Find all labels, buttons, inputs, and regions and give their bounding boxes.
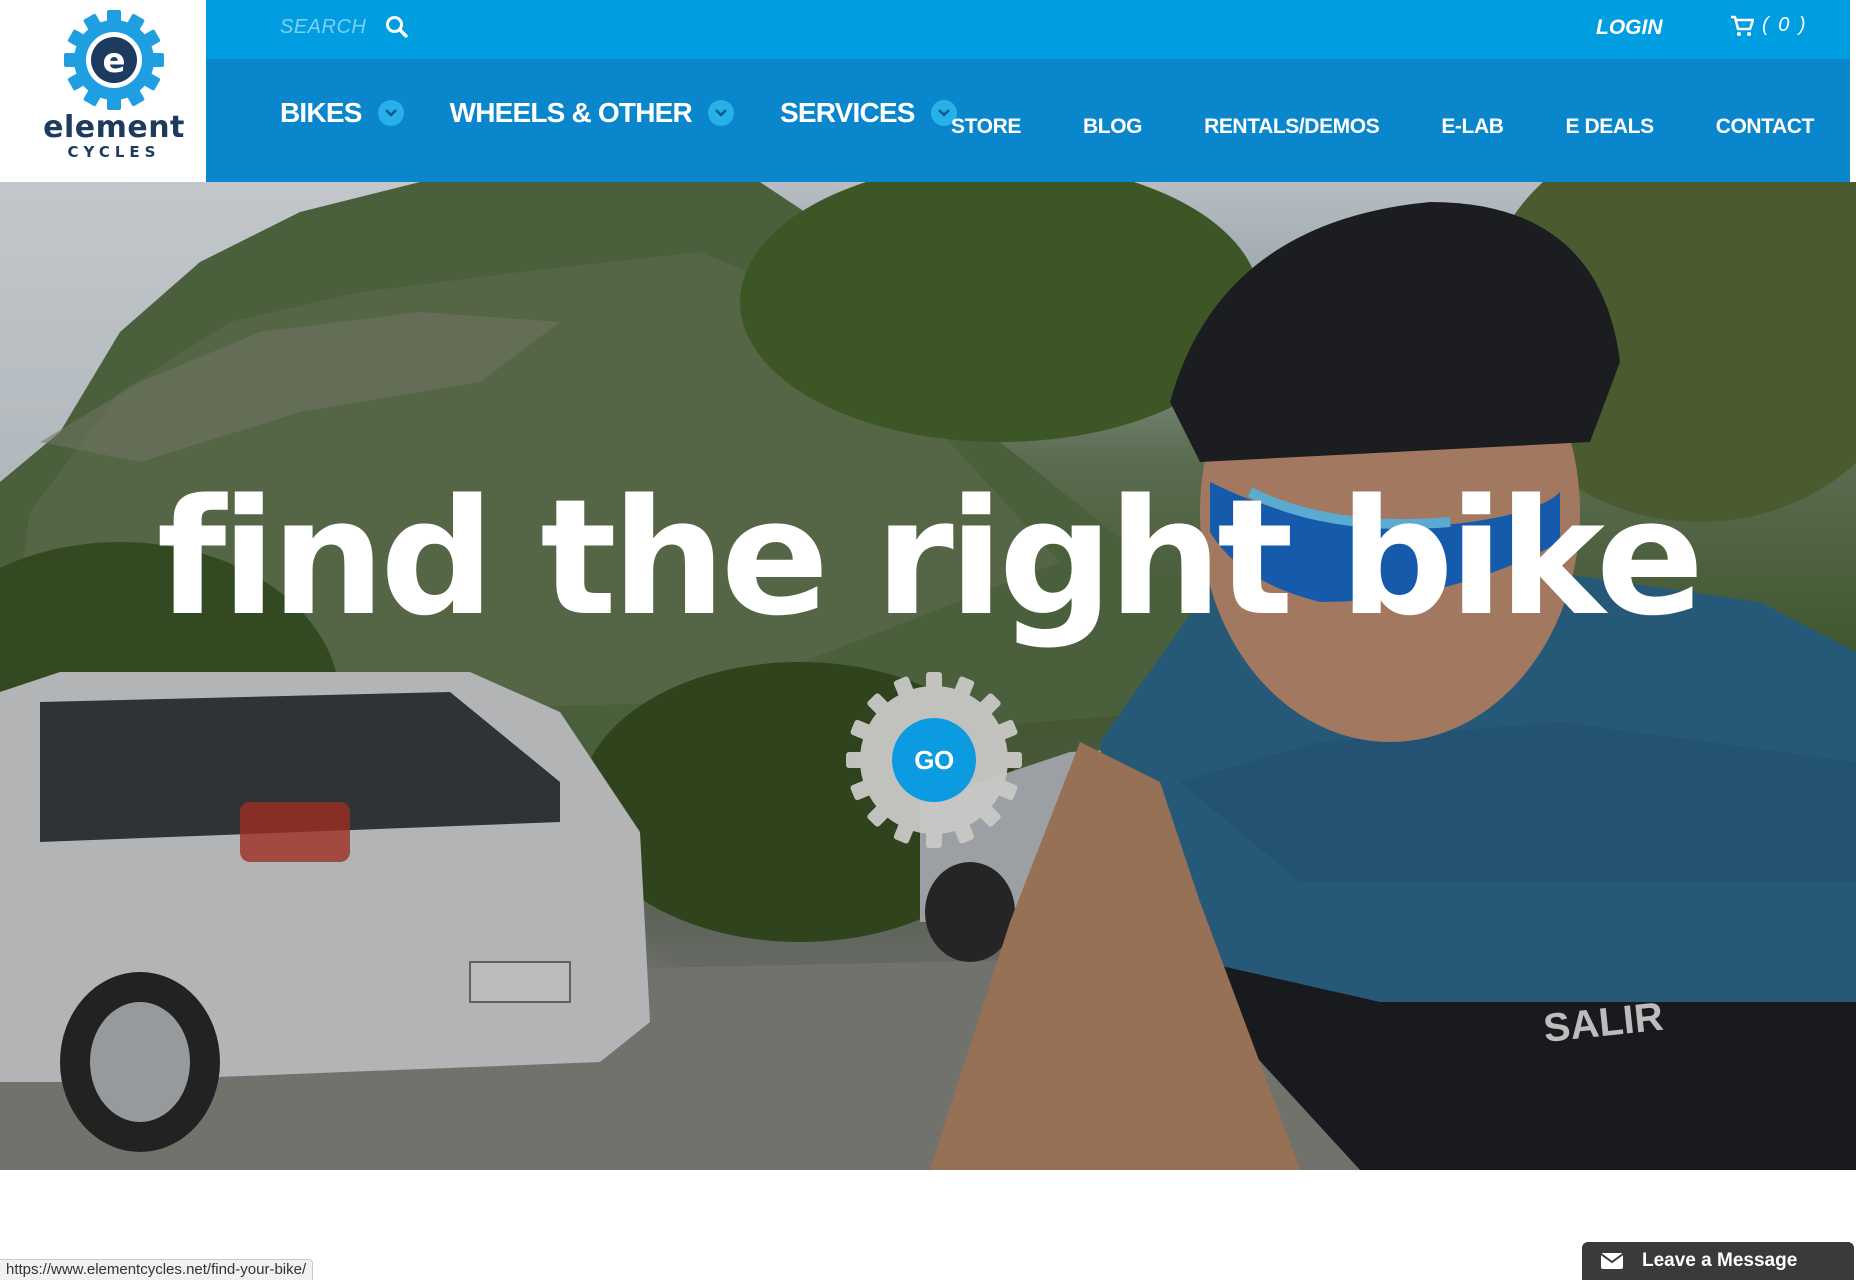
top-utility-bar: SEARCH LOGIN ( 0 ) — [206, 0, 1850, 59]
svg-text:e: e — [102, 41, 125, 81]
hero-title: find the right bike — [156, 464, 1705, 651]
nav-item-label: BIKES — [280, 97, 362, 128]
chevron-down-icon[interactable] — [707, 100, 734, 126]
nav-link-store[interactable]: STORE — [951, 115, 1021, 139]
logo-wordmark: element — [43, 110, 185, 145]
go-cta[interactable]: GO — [844, 670, 1024, 850]
cart-count: ( 0 ) — [1762, 14, 1808, 36]
nav-item-bikes[interactable]: BIKES — [280, 97, 404, 129]
cart-icon — [1731, 15, 1754, 36]
nav-item-label: WHEELS & OTHER — [449, 97, 693, 128]
secondary-nav: STORE BLOG RENTALS/DEMOS E-LAB E DEALS C… — [889, 115, 1814, 139]
cart-button[interactable]: ( 0 ) — [1730, 14, 1808, 37]
go-button[interactable]: GO — [892, 718, 976, 802]
nav-link-blog[interactable]: BLOG — [1083, 115, 1142, 139]
leave-message-label: Leave a Message — [1642, 1250, 1798, 1271]
status-bar-url: https://www.elementcycles.net/find-your-… — [0, 1259, 314, 1280]
chevron-down-icon[interactable] — [377, 100, 404, 126]
leave-message-widget[interactable]: Leave a Message — [1582, 1242, 1854, 1280]
logo-tagline: CYCLES — [67, 143, 161, 161]
nav-link-e-lab[interactable]: E-LAB — [1441, 115, 1504, 139]
envelope-icon — [1600, 1253, 1624, 1269]
nav-item-wheels-other[interactable]: WHEELS & OTHER — [450, 97, 734, 129]
login-link[interactable]: LOGIN — [1596, 16, 1663, 40]
site-logo[interactable]: e element CYCLES — [22, 0, 206, 180]
logo-gear-icon: e — [64, 10, 164, 110]
search-input[interactable]: SEARCH — [280, 16, 366, 39]
nav-link-rentals-demos[interactable]: RENTALS/DEMOS — [1204, 115, 1380, 139]
nav-link-e-deals[interactable]: E DEALS — [1565, 115, 1654, 139]
nav-link-contact[interactable]: CONTACT — [1716, 115, 1815, 139]
search-icon[interactable] — [384, 14, 410, 40]
main-navigation-bar: BIKES WHEELS & OTHER SERVICES STORE BLOG… — [206, 59, 1850, 182]
